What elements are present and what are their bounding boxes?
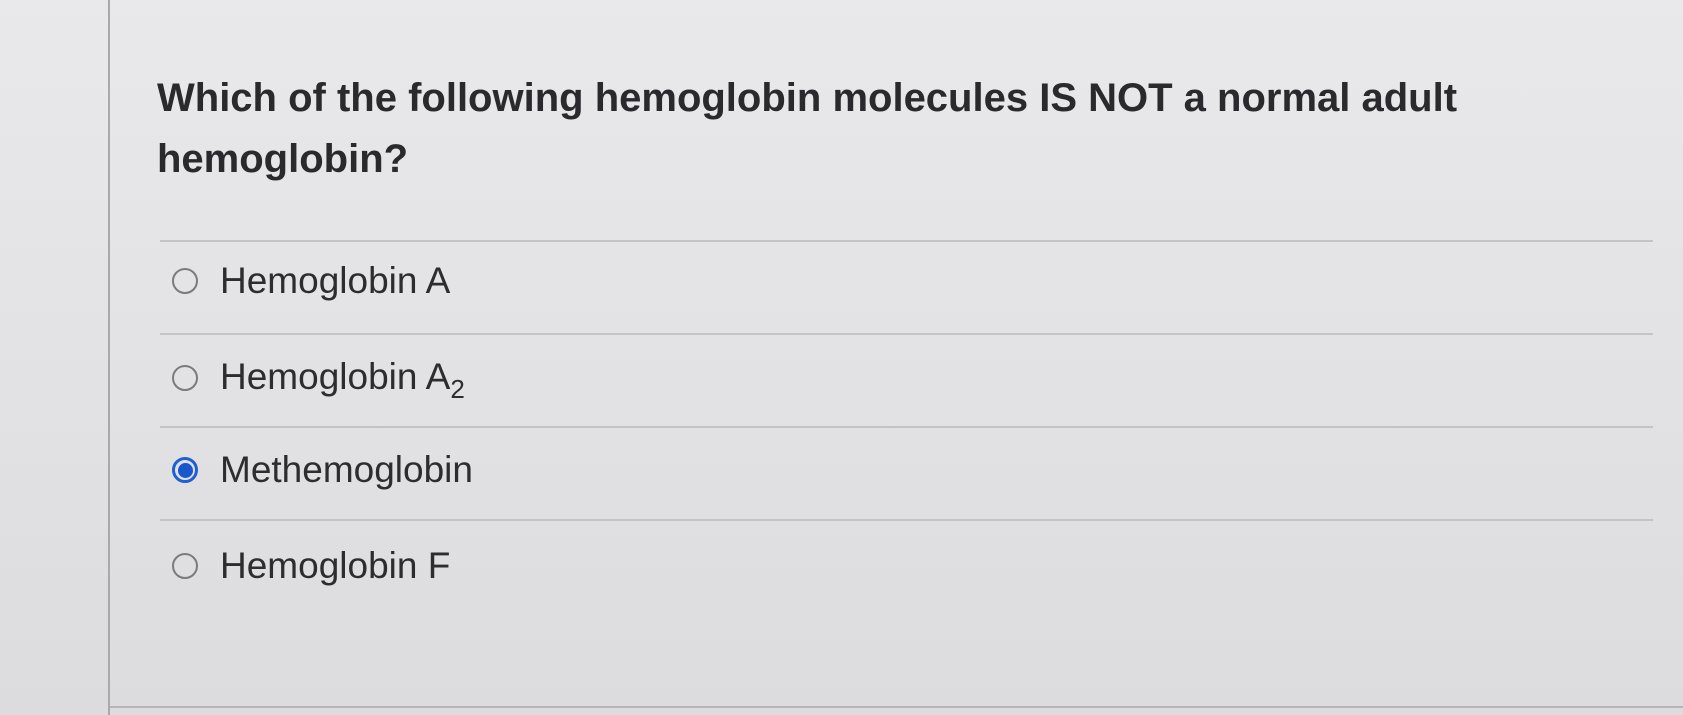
option-hemoglobin-a2[interactable]: Hemoglobin A2 [172, 352, 465, 405]
radio-button[interactable] [172, 553, 198, 579]
option-divider [160, 519, 1653, 521]
content-left-border [108, 0, 110, 715]
content-bottom-border [110, 706, 1683, 708]
radio-button-selected[interactable] [172, 457, 198, 483]
quiz-page: Which of the following hemoglobin molecu… [0, 0, 1683, 715]
option-methemoglobin[interactable]: Methemoglobin [172, 445, 473, 495]
option-label: Hemoglobin A2 [220, 352, 465, 405]
option-divider [160, 426, 1653, 428]
radio-button[interactable] [172, 268, 198, 294]
radio-button[interactable] [172, 365, 198, 391]
radio-selected-dot [177, 462, 193, 478]
option-label: Methemoglobin [220, 449, 473, 490]
option-divider [160, 333, 1653, 335]
option-label-subscript: 2 [450, 373, 465, 404]
option-divider [160, 240, 1653, 242]
option-hemoglobin-f[interactable]: Hemoglobin F [172, 541, 450, 591]
option-label: Hemoglobin F [220, 545, 451, 586]
option-label: Hemoglobin A [220, 260, 451, 301]
option-hemoglobin-a[interactable]: Hemoglobin A [172, 256, 450, 306]
option-label-text: Hemoglobin A [220, 355, 451, 397]
question-text: Which of the following hemoglobin molecu… [157, 76, 1458, 181]
